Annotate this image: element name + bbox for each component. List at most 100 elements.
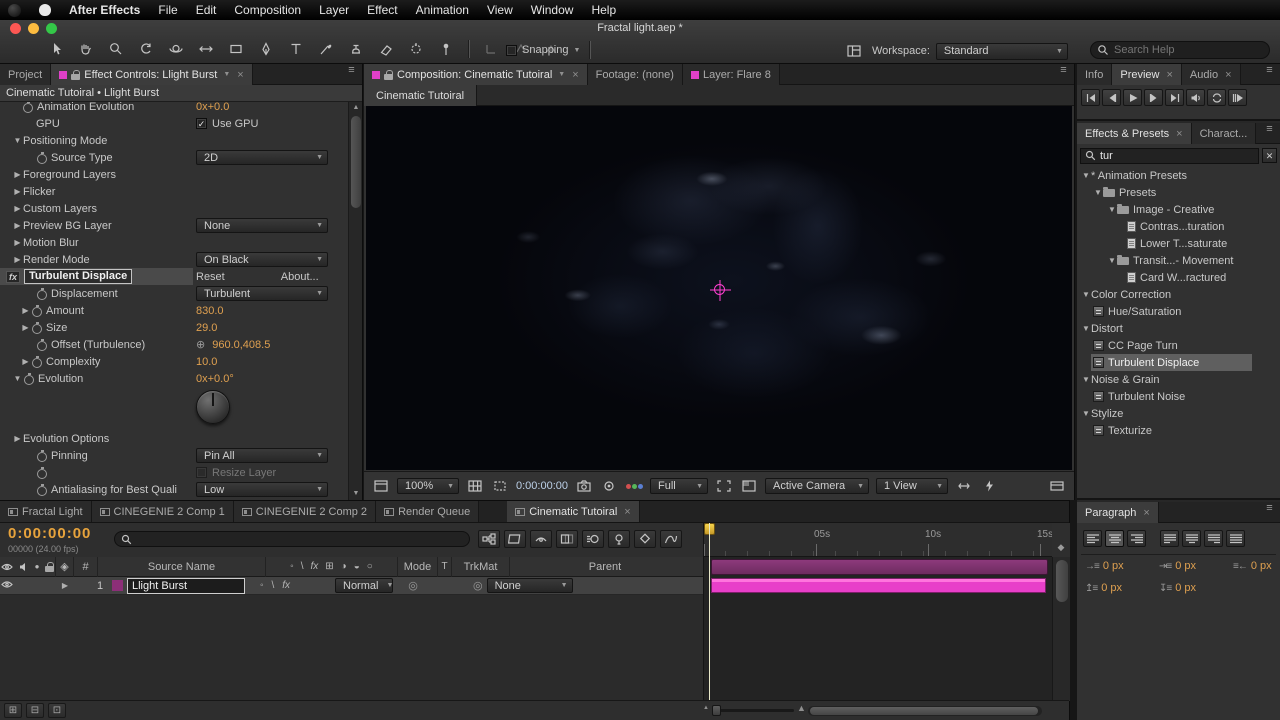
- about-effect-button[interactable]: About...: [281, 271, 319, 283]
- auto-keyframe-icon[interactable]: [634, 530, 656, 548]
- indent-right-field[interactable]: ≡← 0 px: [1233, 560, 1272, 572]
- viewer-tab-cinematic-tutoiral[interactable]: Cinematic Tutoiral: [364, 85, 478, 106]
- stopwatch-icon[interactable]: [23, 372, 35, 385]
- apple-logo[interactable]: [39, 4, 51, 16]
- effect-row-amount[interactable]: ▶ Amount 830.0: [0, 302, 348, 319]
- loop-button[interactable]: [1207, 89, 1226, 106]
- parent-pickwhip-icon[interactable]: ◎: [473, 579, 483, 592]
- align-center-button[interactable]: [1105, 530, 1124, 547]
- twirl-right-icon[interactable]: ▶: [12, 434, 23, 443]
- last-frame-button[interactable]: [1165, 89, 1184, 106]
- source-name-column[interactable]: Source Name: [98, 556, 266, 577]
- timeline-search-input[interactable]: [136, 533, 436, 545]
- effect-row-antialiasing[interactable]: Antialiasing for Best Quali Low ▼: [0, 481, 348, 498]
- grid-guides-icon[interactable]: [466, 478, 484, 494]
- stopwatch-icon[interactable]: [31, 321, 43, 334]
- expand-layer-pane-button[interactable]: ⊟: [26, 703, 44, 718]
- tab-preview[interactable]: Preview ×: [1112, 64, 1182, 85]
- workspace-dropdown[interactable]: Standard ▼: [935, 42, 1068, 60]
- shape-tool-icon[interactable]: [224, 39, 248, 59]
- effect-row-foreground-layers[interactable]: ▶ Foreground Layers: [0, 166, 348, 183]
- twirl-down-icon[interactable]: ▼: [1081, 409, 1091, 418]
- stopwatch-icon[interactable]: [36, 466, 48, 479]
- space-before-field[interactable]: ↥≡ 0 px: [1085, 582, 1122, 594]
- time-ruler[interactable]: 05s 10s 15s: [703, 523, 1053, 557]
- stopwatch-icon[interactable]: [36, 287, 48, 300]
- layer-visibility-icon[interactable]: [0, 580, 14, 592]
- tree-item-effect[interactable]: Texturize: [1077, 422, 1280, 439]
- composition-viewport[interactable]: [366, 106, 1072, 470]
- close-icon[interactable]: ×: [1143, 507, 1149, 519]
- source-type-dropdown[interactable]: 2D ▼: [196, 150, 328, 165]
- effect-row-turbulent-displace[interactable]: fx Turbulent Displace Reset About...: [0, 268, 348, 285]
- justify-last-right-button[interactable]: [1204, 530, 1223, 547]
- motion-blur-icon[interactable]: [582, 530, 604, 548]
- stopwatch-icon[interactable]: [36, 449, 48, 462]
- camera-tool-icon[interactable]: [164, 39, 188, 59]
- indent-first-line-field[interactable]: ⇥≡ 0 px: [1159, 560, 1196, 572]
- comp-marker-bin[interactable]: ◆: [1052, 523, 1070, 557]
- tab-footage[interactable]: Footage: (none): [587, 64, 683, 85]
- t-column[interactable]: T: [438, 556, 452, 577]
- view-layout-dropdown[interactable]: 1 View ▼: [876, 478, 948, 494]
- mode-column[interactable]: Mode: [398, 556, 438, 577]
- tree-item-preset[interactable]: Lower T...saturate: [1077, 235, 1280, 252]
- twirl-right-icon[interactable]: ▶: [12, 238, 23, 247]
- layer-anchor-point[interactable]: [714, 284, 726, 296]
- chevron-down-icon[interactable]: ▼: [223, 71, 230, 78]
- show-snapshot-icon[interactable]: [600, 478, 618, 494]
- justify-last-left-button[interactable]: [1160, 530, 1179, 547]
- use-gpu-checkbox[interactable]: ✓: [196, 118, 207, 129]
- magnification-dropdown[interactable]: 100% ▼: [397, 478, 459, 494]
- snapshot-icon[interactable]: [575, 478, 593, 494]
- tab-effects-presets[interactable]: Effects & Presets ×: [1077, 123, 1192, 144]
- tab-effect-controls[interactable]: Effect Controls: Llight Burst ▼ ×: [51, 64, 253, 85]
- tree-item-preset[interactable]: Contras...turation: [1077, 218, 1280, 235]
- complexity-value[interactable]: 10.0: [196, 356, 217, 368]
- effect-row-size[interactable]: ▶ Size 29.0: [0, 319, 348, 336]
- timeline-vertical-scrollbar[interactable]: [1052, 557, 1070, 701]
- lock-icon[interactable]: [71, 69, 81, 80]
- effect-row-complexity[interactable]: ▶ Complexity 10.0: [0, 353, 348, 370]
- twirl-down-icon[interactable]: ▼: [1093, 188, 1103, 197]
- indent-left-field[interactable]: →≡ 0 px: [1085, 560, 1124, 572]
- resize-layer-checkbox[interactable]: [196, 467, 207, 478]
- effect-row-flicker[interactable]: ▶ Flicker: [0, 183, 348, 200]
- scroll-up-icon[interactable]: ▲: [349, 102, 363, 114]
- tab-audio[interactable]: Audio ×: [1181, 64, 1241, 85]
- effect-controls-scrollbar[interactable]: ▲ ▼: [348, 102, 362, 500]
- menu-effect[interactable]: Effect: [367, 3, 397, 17]
- effect-row-motion-blur[interactable]: ▶ Motion Blur: [0, 234, 348, 251]
- draft-3d-icon[interactable]: [504, 530, 526, 548]
- effect-row-pinning[interactable]: Pinning Pin All ▼: [0, 447, 348, 464]
- effect-row-custom-layers[interactable]: ▶ Custom Layers: [0, 200, 348, 217]
- tree-item-animation-presets[interactable]: ▼ * Animation Presets: [1077, 167, 1280, 184]
- pinning-dropdown[interactable]: Pin All ▼: [196, 448, 328, 463]
- camera-dropdown[interactable]: Active Camera ▼: [765, 478, 869, 494]
- effect-row-animation-evolution[interactable]: Animation Evolution 0x+0.0: [0, 102, 348, 115]
- composition-timecode[interactable]: 0:00:00:00: [516, 480, 568, 492]
- always-preview-icon[interactable]: [372, 478, 390, 494]
- effect-row-resize-layer[interactable]: Resize Layer: [0, 464, 348, 481]
- mini-flowchart-icon[interactable]: [478, 530, 500, 548]
- effect-row-displacement[interactable]: Displacement Turbulent ▼: [0, 285, 348, 302]
- effect-row-evolution-options[interactable]: ▶ Evolution Options: [0, 430, 348, 447]
- animation-evolution-value[interactable]: 0x+0.0: [196, 102, 229, 113]
- tree-item-distort[interactable]: ▼ Distort: [1077, 320, 1280, 337]
- panel-menu-icon[interactable]: ≡: [1052, 64, 1074, 84]
- menu-layer[interactable]: Layer: [319, 3, 349, 17]
- tab-project[interactable]: Project: [0, 64, 52, 85]
- effect-row-positioning-mode[interactable]: ▼ Positioning Mode: [0, 132, 348, 149]
- twirl-down-icon[interactable]: ▼: [1107, 205, 1117, 214]
- brainstorm-icon[interactable]: [608, 530, 630, 548]
- tree-item-preset[interactable]: Card W...ractured: [1077, 269, 1280, 286]
- ram-preview-button[interactable]: [1228, 89, 1247, 106]
- timeline-search-field[interactable]: [114, 531, 470, 547]
- menu-edit[interactable]: Edit: [196, 3, 217, 17]
- layer-row[interactable]: ▶ 1 Llight Burst ◦ \ fx Normal ▼ ◎ ◎ None ▼: [0, 577, 703, 595]
- play-button[interactable]: [1123, 89, 1142, 106]
- close-icon[interactable]: ×: [1176, 128, 1182, 140]
- stopwatch-icon[interactable]: [36, 338, 48, 351]
- fast-previews-icon[interactable]: [980, 478, 998, 494]
- parent-column[interactable]: Parent: [510, 557, 700, 577]
